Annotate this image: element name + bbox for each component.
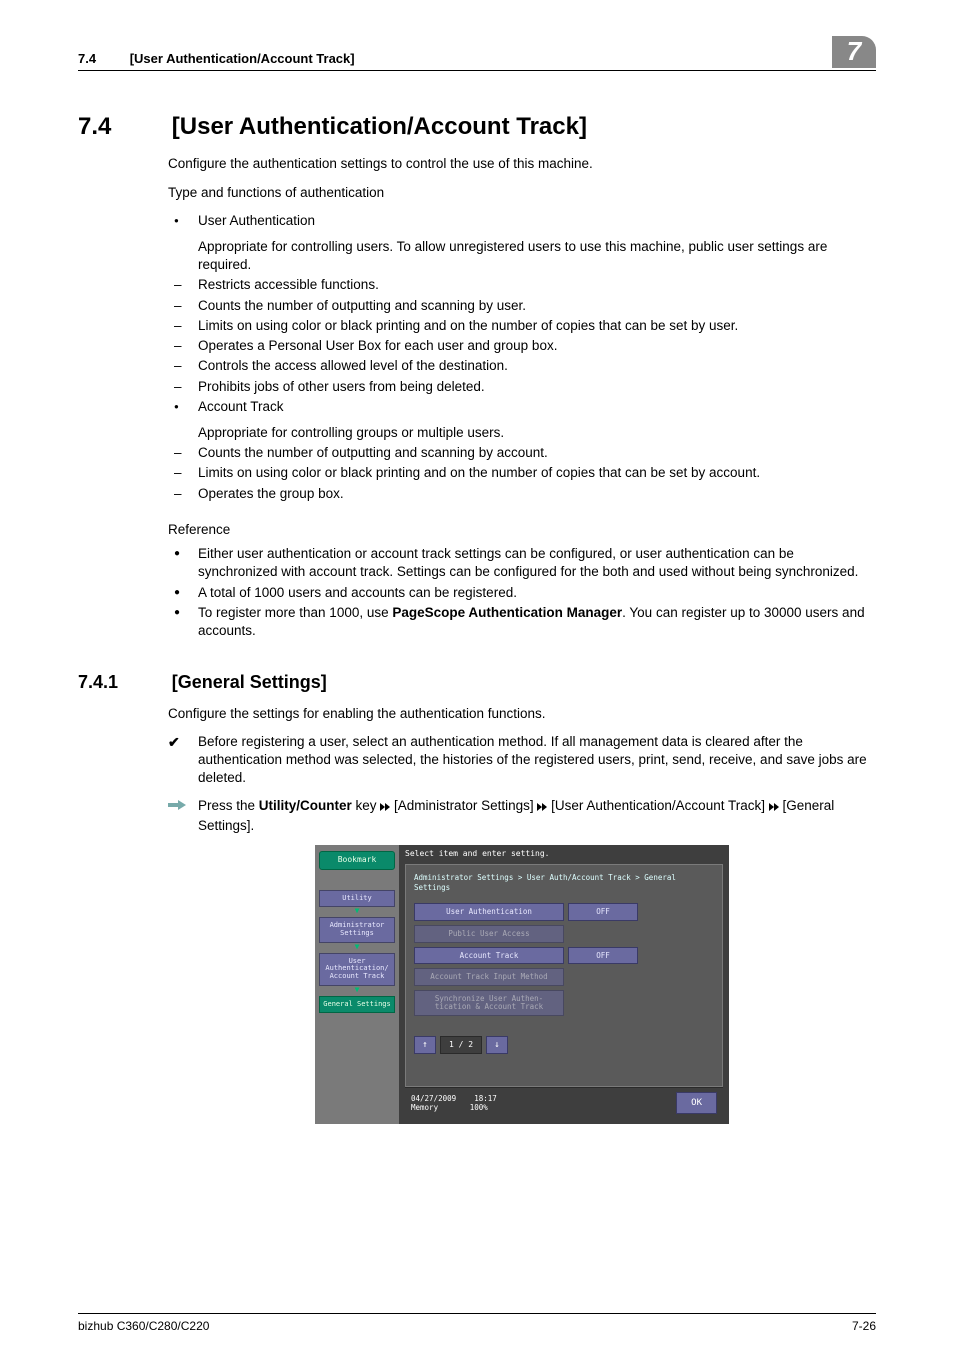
t: Press the [198, 798, 259, 813]
nav-utility[interactable]: Utility [319, 890, 395, 908]
list-item: Either user authentication or account tr… [168, 545, 876, 581]
bookmark-button[interactable]: Bookmark [319, 851, 395, 870]
setting-account-track-value[interactable]: OFF [568, 947, 638, 965]
breadcrumb-arrow-icon [769, 798, 779, 816]
feature-list: Restricts accessible functions. Counts t… [168, 276, 876, 416]
check-icon: ✔ [168, 733, 198, 788]
setting-user-auth-value[interactable]: OFF [568, 903, 638, 921]
nav-admin-settings[interactable]: Administrator Settings [319, 917, 395, 942]
intro-paragraph-1: Configure the authentication settings to… [168, 155, 876, 173]
page-indicator: 1 / 2 [440, 1036, 482, 1054]
breadcrumb-arrow-icon [380, 798, 390, 816]
list-subtext: Appropriate for controlling groups or mu… [168, 424, 876, 442]
status-time: 18:17 [474, 1094, 497, 1103]
feature-list: Counts the number of outputting and scan… [168, 444, 876, 503]
list-item: Operates the group box. [168, 485, 876, 503]
list-item: Account Track [168, 398, 876, 416]
status-meta: 04/27/2009 18:17 Memory 100% [411, 1094, 497, 1112]
t: Utility/Counter [259, 798, 352, 813]
feature-list: User Authentication [168, 212, 876, 230]
header-left: 7.4 [User Authentication/Account Track] [78, 50, 355, 68]
page-header: 7.4 [User Authentication/Account Track] … [78, 36, 876, 71]
header-section-number: 7.4 [78, 51, 96, 66]
screenshot-content: Select item and enter setting. Administr… [399, 845, 729, 1124]
t: [User Authentication/Account Track] [547, 798, 768, 813]
setting-account-track[interactable]: Account Track [414, 947, 564, 965]
list-item: Restricts accessible functions. [168, 276, 876, 294]
instruction-text: Select item and enter setting. [405, 849, 723, 860]
page-down-button[interactable]: ↓ [486, 1036, 508, 1054]
list-item: User Authentication [168, 212, 876, 230]
procedure-text: Press the Utility/Counter key [Administr… [198, 797, 876, 834]
setting-user-auth[interactable]: User Authentication [414, 903, 564, 921]
pager: ↑ 1 / 2 ↓ [414, 1036, 714, 1054]
footer-model: bizhub C360/C280/C220 [78, 1318, 209, 1334]
status-date: 04/27/2009 [411, 1094, 456, 1103]
ok-button[interactable]: OK [676, 1092, 717, 1114]
page-footer: bizhub C360/C280/C220 7-26 [78, 1313, 876, 1334]
nav-general-settings[interactable]: General Settings [319, 996, 395, 1014]
ref-text-bold: PageScope Authentication Manager [392, 605, 622, 620]
intro-paragraph-2: Type and functions of authentication [168, 184, 876, 202]
t: key [352, 798, 381, 813]
list-item: Limits on using color or black printing … [168, 317, 876, 335]
subsection-number: 7.4.1 [78, 670, 168, 694]
t: [Administrator Settings] [390, 798, 537, 813]
procedure-step: Press the Utility/Counter key [Administr… [168, 797, 876, 834]
section-number: 7.4 [78, 111, 168, 143]
list-item: Counts the number of outputting and scan… [168, 297, 876, 315]
check-note: ✔ Before registering a user, select an a… [168, 733, 876, 788]
footer-page-number: 7-26 [852, 1318, 876, 1334]
check-text: Before registering a user, select an aut… [198, 733, 876, 788]
list-item: Counts the number of outputting and scan… [168, 444, 876, 462]
reference-heading: Reference [168, 521, 876, 539]
chevron-down-icon: ▼ [319, 907, 395, 915]
chapter-badge: 7 [832, 36, 876, 68]
nav-user-auth[interactable]: User Authentication/ Account Track [319, 953, 395, 986]
setting-public-user-access[interactable]: Public User Access [414, 925, 564, 943]
list-item: Limits on using color or black printing … [168, 464, 876, 482]
header-section-title: [User Authentication/Account Track] [130, 51, 355, 66]
list-item: Operates a Personal User Box for each us… [168, 337, 876, 355]
ref-text-a: To register more than 1000, use [198, 605, 392, 620]
arrow-icon [168, 797, 198, 834]
setting-sync-auth-track[interactable]: Synchronize User Authen- tication & Acco… [414, 990, 564, 1016]
chevron-down-icon: ▼ [319, 943, 395, 951]
subsection-heading: 7.4.1 [General Settings] [78, 670, 876, 694]
breadcrumb: Administrator Settings > User Auth/Accou… [414, 873, 714, 893]
device-screenshot: Bookmark Utility ▼ Administrator Setting… [315, 845, 729, 1124]
list-item: To register more than 1000, use PageScop… [168, 604, 876, 640]
status-memory-value: 100% [470, 1103, 488, 1112]
setting-account-track-input[interactable]: Account Track Input Method [414, 968, 564, 986]
list-subtext: Appropriate for controlling users. To al… [168, 238, 876, 274]
section-heading: 7.4 [User Authentication/Account Track] [78, 111, 876, 143]
page-up-button[interactable]: ↑ [414, 1036, 436, 1054]
chevron-down-icon: ▼ [319, 986, 395, 994]
list-item: Prohibits jobs of other users from being… [168, 378, 876, 396]
section-title: [User Authentication/Account Track] [172, 113, 587, 140]
status-memory-label: Memory [411, 1103, 438, 1112]
screenshot-sidebar: Bookmark Utility ▼ Administrator Setting… [315, 845, 399, 1124]
subsection-paragraph: Configure the settings for enabling the … [168, 705, 876, 723]
subsection-title: [General Settings] [172, 672, 327, 692]
list-item: Controls the access allowed level of the… [168, 357, 876, 375]
breadcrumb-arrow-icon [537, 798, 547, 816]
reference-list: Either user authentication or account tr… [168, 545, 876, 640]
list-item: A total of 1000 users and accounts can b… [168, 584, 876, 602]
